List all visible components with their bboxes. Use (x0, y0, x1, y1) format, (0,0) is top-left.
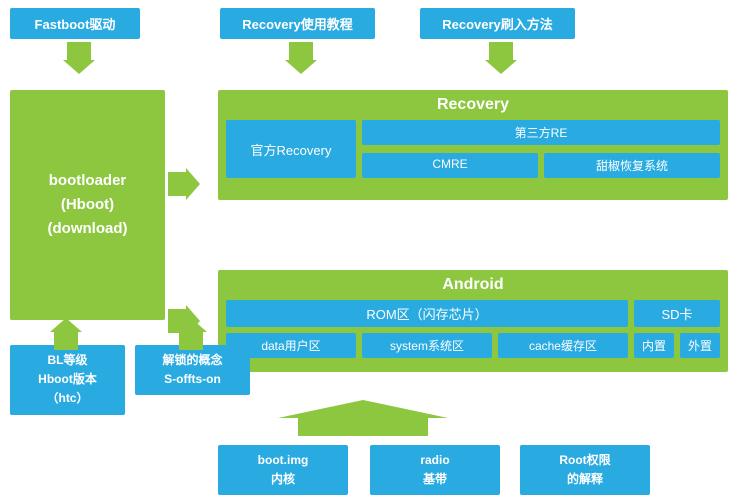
cache-area: cache缓存区 (498, 333, 628, 358)
android-section: Android ROM区（闪存芯片） data用户区 system系统区 cac… (218, 270, 728, 372)
external-storage: 外置 (680, 333, 720, 358)
third-re-section: 第三方RE CMRE 甜椒恢复系统 (362, 120, 720, 178)
recovery-tutorial-button[interactable]: Recovery使用教程 (220, 8, 375, 39)
internal-storage: 内置 (634, 333, 674, 358)
arrow-tutorial-down (285, 42, 317, 74)
arrow-bootloader-recovery (168, 168, 204, 200)
wide-arrow-up (278, 400, 448, 436)
hboot-label: (Hboot) (61, 193, 114, 217)
fastboot-button[interactable]: Fastboot驱动 (10, 8, 140, 39)
bootloader-label: bootloader (49, 169, 127, 193)
root-box[interactable]: Root权限 的解释 (520, 445, 650, 495)
boot-img-box[interactable]: boot.img 内核 (218, 445, 348, 495)
arrow-bl-up (50, 318, 82, 350)
bootloader-box: bootloader (Hboot) (download) (10, 90, 165, 320)
radio-box[interactable]: radio 基带 (370, 445, 500, 495)
arrow-unlock-up (175, 318, 207, 350)
arrow-fastboot-down (63, 42, 95, 74)
official-recovery-box: 官方Recovery (226, 120, 356, 178)
recovery-flash-button[interactable]: Recovery刷入方法 (420, 8, 575, 39)
recovery-title: Recovery (226, 96, 720, 114)
android-title: Android (226, 276, 720, 294)
third-re-label: 第三方RE (362, 120, 720, 145)
cmre-box: CMRE (362, 153, 538, 178)
arrow-flash-down (485, 42, 517, 74)
system-area: system系统区 (362, 333, 492, 358)
recovery-section: Recovery 官方Recovery 第三方RE CMRE 甜椒恢复系统 (218, 90, 728, 200)
bl-grade-box[interactable]: BL等级 Hboot版本 （htc） (10, 345, 125, 415)
rom-label: ROM区（闪存芯片） (226, 300, 628, 327)
sd-label: SD卡 (634, 300, 720, 327)
diagram: Fastboot驱动 Recovery使用教程 Recovery刷入方法 boo… (0, 0, 742, 503)
download-label: (download) (48, 217, 128, 241)
sweet-pepper-box: 甜椒恢复系统 (544, 153, 720, 178)
unlock-concept-box[interactable]: 解锁的概念 S-offts-on (135, 345, 250, 395)
recovery-inner: 官方Recovery 第三方RE CMRE 甜椒恢复系统 (226, 120, 720, 178)
